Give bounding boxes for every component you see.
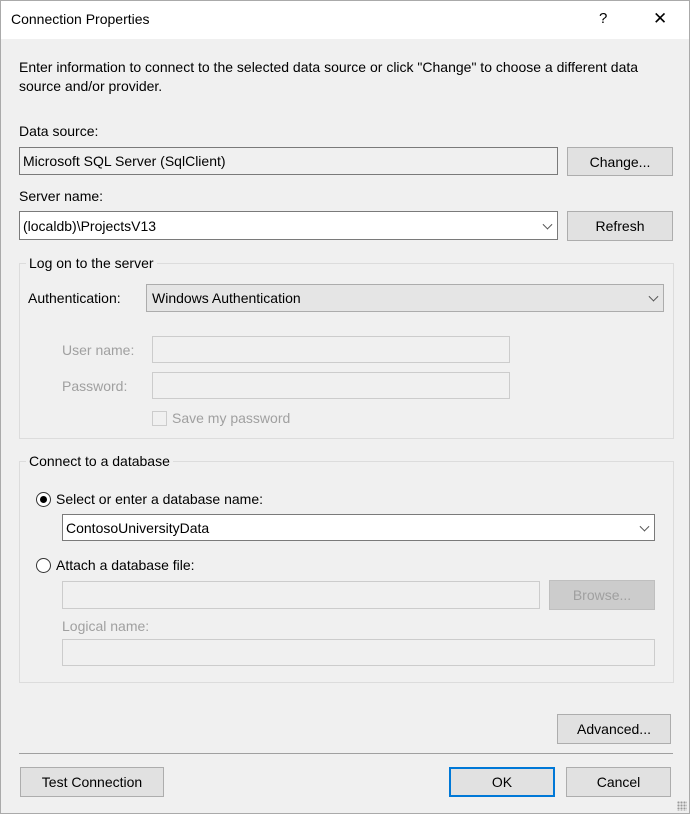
attach-file-radio[interactable] — [36, 558, 51, 573]
change-button[interactable]: Change... — [567, 147, 673, 176]
user-name-input[interactable] — [152, 336, 510, 363]
save-password-checkbox[interactable] — [152, 411, 167, 426]
intro-text: Enter information to connect to the sele… — [19, 59, 639, 94]
server-name-label: Server name: — [19, 188, 104, 204]
browse-button[interactable]: Browse... — [549, 580, 655, 610]
password-label: Password: — [62, 378, 128, 394]
chevron-down-icon[interactable] — [648, 291, 659, 302]
select-database-label: Select or enter a database name: — [56, 491, 264, 507]
advanced-button[interactable]: Advanced... — [557, 714, 671, 744]
connection-properties-dialog: Connection Properties ? ✕ Enter informat… — [0, 0, 690, 814]
test-connection-button[interactable]: Test Connection — [20, 767, 164, 797]
separator — [19, 753, 673, 754]
authentication-label: Authentication: — [28, 290, 121, 306]
data-source-label: Data source: — [19, 123, 99, 139]
password-input[interactable] — [152, 372, 510, 399]
logical-name-input[interactable] — [62, 639, 655, 666]
database-name-value: ContosoUniversityData — [66, 519, 210, 536]
close-icon[interactable]: ✕ — [653, 9, 667, 29]
save-password-label: Save my password — [172, 410, 291, 426]
refresh-button[interactable]: Refresh — [567, 211, 673, 241]
authentication-value: Windows Authentication — [152, 290, 301, 306]
database-legend: Connect to a database — [26, 453, 173, 469]
chevron-down-icon[interactable] — [639, 521, 650, 532]
data-source-field: Microsoft SQL Server (SqlClient) — [19, 147, 558, 175]
database-file-input[interactable] — [62, 581, 540, 609]
server-name-combo[interactable]: (localdb)\ProjectsV13 — [19, 211, 558, 240]
database-name-combo[interactable]: ContosoUniversityData — [62, 514, 655, 541]
cancel-button[interactable]: Cancel — [566, 767, 671, 797]
authentication-select[interactable]: Windows Authentication — [146, 284, 664, 312]
logical-name-label: Logical name: — [62, 618, 150, 634]
logon-legend: Log on to the server — [26, 255, 157, 271]
server-name-value: (localdb)\ProjectsV13 — [23, 217, 157, 234]
select-database-radio[interactable] — [36, 492, 51, 507]
window-title: Connection Properties — [11, 11, 150, 27]
chevron-down-icon[interactable] — [542, 219, 553, 230]
user-name-label: User name: — [62, 342, 135, 358]
attach-file-label: Attach a database file: — [56, 557, 195, 573]
help-icon[interactable]: ? — [599, 10, 607, 27]
data-source-value: Microsoft SQL Server (SqlClient) — [23, 153, 226, 169]
resize-grip[interactable] — [677, 801, 687, 811]
ok-button[interactable]: OK — [449, 767, 555, 797]
title-bar: Connection Properties ? ✕ — [1, 1, 689, 39]
